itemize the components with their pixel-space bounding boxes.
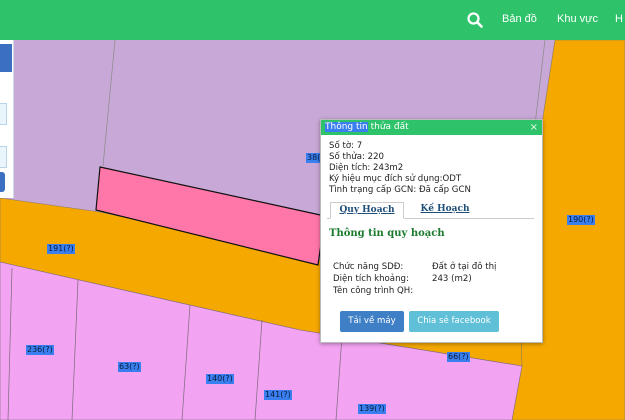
- parcel-label: 236(?): [26, 345, 54, 355]
- panel-tab[interactable]: [0, 44, 12, 72]
- planning-row: Chức năng SDĐ: Đất ở tại đô thị: [333, 261, 533, 273]
- row-value: Đất ở tại đô thị: [432, 262, 497, 272]
- row-key: Chức năng SDĐ:: [333, 262, 404, 272]
- planning-row: Diện tích khoảng: 243 (m2): [333, 273, 533, 285]
- popup-title: thửa đất: [367, 122, 409, 132]
- planning-rows: Chức năng SDĐ: Đất ở tại đô thị Diện tíc…: [333, 261, 533, 297]
- search-icon[interactable]: [467, 12, 483, 28]
- parcel-info: Số tờ: 7 Số thửa: 220 Diện tích: 243m2 K…: [321, 135, 542, 196]
- planning-row: Tên công trình QH:: [333, 285, 533, 297]
- top-nav-bar: Bản đồ Khu vực H: [0, 0, 625, 40]
- nav-item-ban-do[interactable]: Bản đồ: [502, 13, 537, 25]
- popup-title-bar: Thông tin thửa đất ×: [321, 120, 542, 135]
- parcel-info-popup: Thông tin thửa đất × Số tờ: 7 Số thửa: 2…: [320, 119, 543, 343]
- info-dien-tich: Diện tích: 243m2: [329, 163, 404, 173]
- parcel-label: 141(?): [264, 390, 292, 400]
- popup-tabs: Quy Hoạch Kế Hoạch: [327, 202, 534, 219]
- nav-item-khu-vuc[interactable]: Khu vực: [557, 13, 598, 25]
- parcel-label: 191(?): [47, 244, 75, 254]
- tab-ke-hoach[interactable]: Kế Hoạch: [410, 202, 480, 217]
- row-key: Diện tích khoảng:: [333, 274, 409, 284]
- parcel-label: 139(?): [358, 404, 386, 414]
- parcel-label: 63(?): [118, 362, 141, 372]
- nav-item-more[interactable]: H: [615, 13, 623, 25]
- left-search-panel[interactable]: [0, 40, 14, 198]
- info-tinh-trang: Tình trạng cấp GCN: Đã cấp GCN: [329, 185, 471, 195]
- info-so-thua: Số thửa: 220: [329, 152, 385, 162]
- panel-input[interactable]: [0, 103, 7, 125]
- tab-quy-hoach[interactable]: Quy Hoạch: [330, 202, 404, 219]
- share-facebook-button[interactable]: Chia sẻ facebook: [409, 311, 499, 332]
- panel-input[interactable]: [0, 146, 7, 168]
- download-button[interactable]: Tải về máy: [340, 311, 404, 332]
- parcel-label: 66(?): [447, 352, 470, 362]
- popup-title-highlight: Thông tin: [325, 122, 368, 132]
- info-ky-hieu: Ký hiệu mục đích sử dụng:ODT: [329, 174, 462, 184]
- panel-search-button[interactable]: [0, 172, 5, 192]
- row-key: Tên công trình QH:: [333, 286, 414, 296]
- section-title: Thông tin quy hoạch: [329, 228, 445, 239]
- row-value: 243 (m2): [432, 274, 472, 284]
- parcel-label: 190(?): [567, 215, 595, 225]
- close-icon[interactable]: ×: [530, 120, 538, 135]
- parcel-label: 140(?): [206, 374, 234, 384]
- info-so-to: Số tờ: 7: [329, 141, 363, 151]
